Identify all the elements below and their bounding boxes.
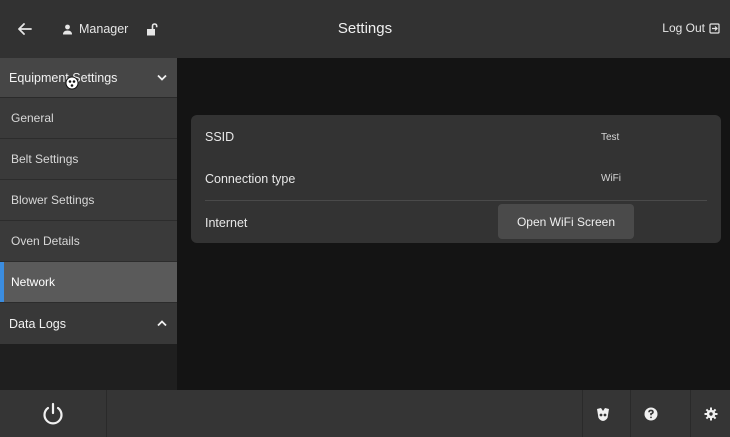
connection-type-label: Connection type — [205, 171, 296, 186]
sidebar-item-oven-details[interactable]: Oven Details — [0, 221, 177, 262]
ssid-label: SSID — [205, 130, 235, 144]
top-bar: Manager Settings Log Out — [0, 0, 730, 58]
ssid-value: Test — [601, 131, 620, 143]
internet-label: Internet — [205, 216, 248, 230]
chevron-up-icon — [157, 320, 167, 327]
person-icon — [63, 24, 72, 34]
cleaning-button[interactable] — [582, 390, 622, 437]
user-role-label: Manager — [79, 22, 129, 36]
sidebar-item-network[interactable]: Network — [0, 262, 177, 303]
sidebar-group-equipment-settings[interactable]: Equipment Settings — [0, 58, 177, 98]
network-settings-card: SSID Test Connection type WiFi Internet … — [191, 115, 721, 243]
connection-type-row: Connection type WiFi — [205, 157, 707, 201]
sidebar-item-label: Network — [11, 275, 56, 289]
lock-button[interactable] — [142, 19, 162, 39]
sidebar-group-label: Data Logs — [9, 316, 66, 331]
bottom-bar — [0, 390, 730, 437]
pointer-cursor-icon — [65, 76, 79, 90]
help-icon — [644, 407, 657, 420]
sidebar-item-belt-settings[interactable]: Belt Settings — [0, 139, 177, 180]
power-button[interactable] — [0, 390, 107, 437]
user-menu[interactable]: Manager — [62, 21, 128, 37]
sidebar-item-label: Blower Settings — [11, 193, 95, 207]
unlock-icon — [147, 22, 158, 35]
sidebar-item-label: General — [11, 111, 54, 125]
main-content: SSID Test Connection type WiFi Internet … — [177, 58, 730, 390]
back-button[interactable] — [14, 20, 36, 38]
ssid-row: SSID Test — [205, 115, 707, 159]
logout-label: Log Out — [662, 21, 705, 35]
sidebar-item-blower-settings[interactable]: Blower Settings — [0, 180, 177, 221]
settings-button[interactable] — [690, 390, 730, 437]
logout-button[interactable]: Log Out — [662, 21, 720, 35]
sidebar: Equipment Settings General Belt Settings… — [0, 58, 177, 390]
help-button[interactable] — [630, 390, 670, 437]
open-wifi-screen-button[interactable]: Open WiFi Screen — [498, 204, 634, 239]
cleaning-icon — [596, 407, 609, 421]
gear-icon — [704, 407, 717, 420]
connection-type-value: WiFi — [601, 173, 621, 184]
power-icon — [43, 402, 63, 424]
arrow-left-icon — [18, 23, 32, 35]
internet-row: Internet Open WiFi Screen — [205, 201, 707, 245]
chevron-down-icon — [157, 74, 167, 81]
sidebar-group-label: Equipment Settings — [9, 70, 118, 85]
logout-icon — [709, 22, 720, 34]
sidebar-group-data-logs[interactable]: Data Logs — [0, 303, 177, 344]
sidebar-item-label: Oven Details — [11, 234, 80, 248]
sidebar-item-label: Belt Settings — [11, 152, 79, 166]
sidebar-item-general[interactable]: General — [0, 98, 177, 139]
